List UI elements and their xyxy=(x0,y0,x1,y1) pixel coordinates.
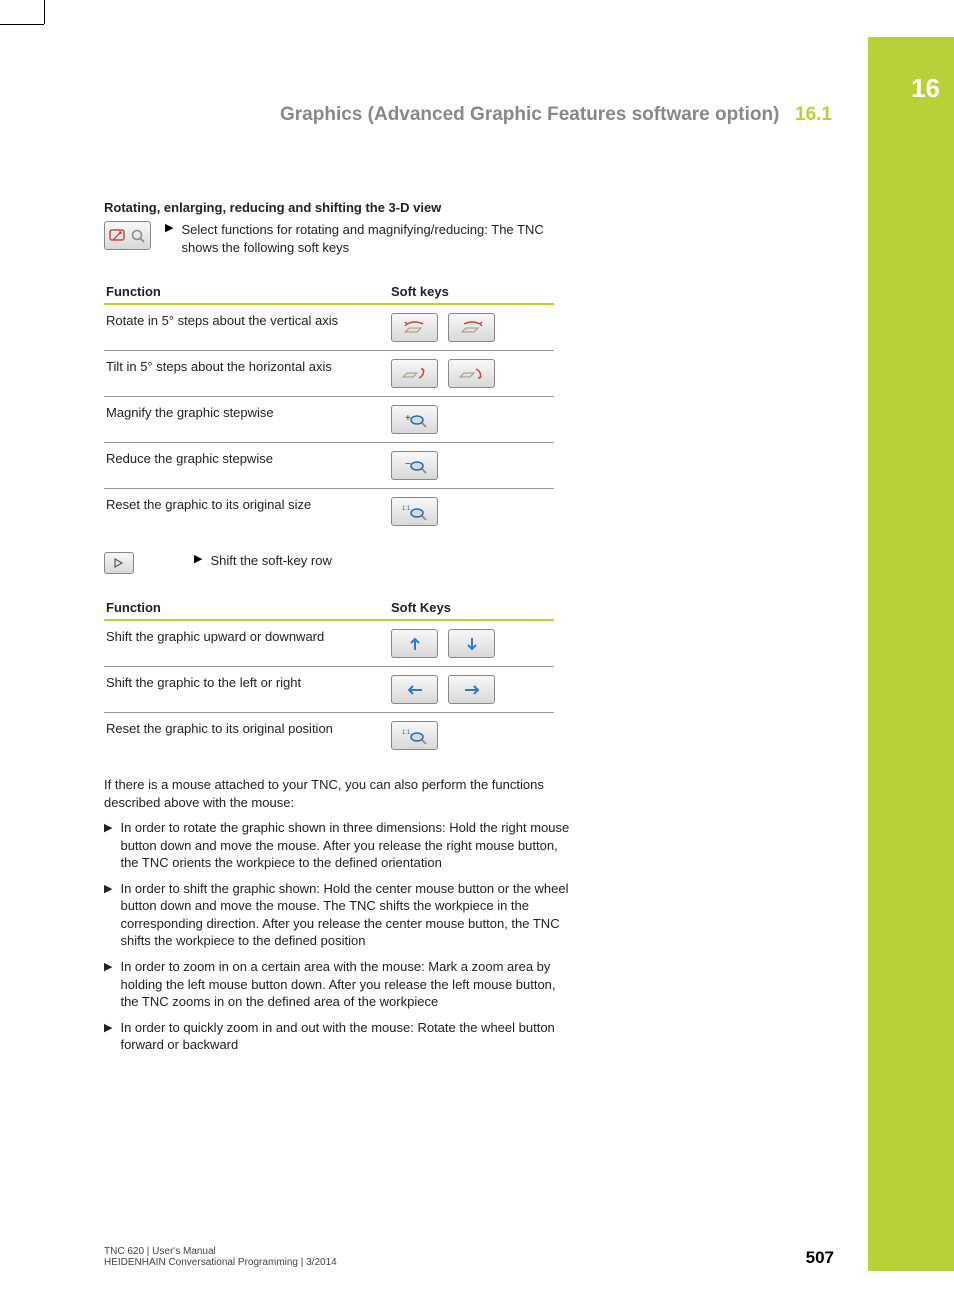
fn-cell: Reset the graphic to its original positi… xyxy=(104,713,389,759)
header-title: Graphics (Advanced Graphic Features soft… xyxy=(280,104,779,125)
fn-cell: Reduce the graphic stepwise xyxy=(104,443,389,489)
fn-cell: Shift the graphic upward or downward xyxy=(104,620,389,667)
function-table-1: Function Soft keys Rotate in 5° steps ab… xyxy=(104,280,554,534)
svg-text:1:1: 1:1 xyxy=(402,730,411,736)
magnify-plus-icon: + xyxy=(391,405,438,434)
page-number: 507 xyxy=(806,1248,834,1268)
side-tab: 16 xyxy=(868,37,954,1271)
list-item: ▶In order to rotate the graphic shown in… xyxy=(104,819,574,872)
mouse-list: ▶In order to rotate the graphic shown in… xyxy=(104,819,574,1054)
mouse-intro-text: If there is a mouse attached to your TNC… xyxy=(104,776,574,811)
list-item: ▶In order to zoom in on a certain area w… xyxy=(104,958,574,1011)
shift-up-icon xyxy=(391,629,438,658)
svg-text:+: + xyxy=(405,413,411,424)
rotate-magnify-icon xyxy=(104,221,151,250)
chapter-number: 16 xyxy=(911,73,940,104)
table-row: Shift the graphic to the left or right xyxy=(104,667,554,713)
shift-left-icon xyxy=(391,675,438,704)
reset-size-icon: 1:1 xyxy=(391,497,438,526)
table1-head-function: Function xyxy=(104,280,389,304)
footer: TNC 620 | User's Manual HEIDENHAIN Conve… xyxy=(104,1246,834,1268)
magnify-minus-icon: − xyxy=(391,451,438,480)
fn-cell: Shift the graphic to the left or right xyxy=(104,667,389,713)
bullet-marker: ▶ xyxy=(194,552,202,570)
shift-bullet-text: Shift the soft-key row xyxy=(210,552,584,570)
page-header: Graphics (Advanced Graphic Features soft… xyxy=(100,104,832,126)
table-row: Reduce the graphic stepwise − xyxy=(104,443,554,489)
tilt-horizontal-a-icon xyxy=(391,359,438,388)
rotate-vertical-right-icon xyxy=(448,313,495,342)
table2-head-keys: Soft Keys xyxy=(389,596,554,620)
table-row: Tilt in 5° steps about the horizontal ax… xyxy=(104,351,554,397)
table-row: Reset the graphic to its original positi… xyxy=(104,713,554,759)
list-item: ▶In order to shift the graphic shown: Ho… xyxy=(104,880,574,950)
fn-cell: Rotate in 5° steps about the vertical ax… xyxy=(104,304,389,351)
fn-cell: Magnify the graphic stepwise xyxy=(104,397,389,443)
fn-cell: Reset the graphic to its original size xyxy=(104,489,389,535)
svg-text:−: − xyxy=(405,459,411,470)
svg-text:1:1: 1:1 xyxy=(402,506,411,512)
shift-right-icon xyxy=(448,675,495,704)
rotate-vertical-left-icon xyxy=(391,313,438,342)
footer-line2: HEIDENHAIN Conversational Programming | … xyxy=(104,1257,337,1268)
tilt-horizontal-b-icon xyxy=(448,359,495,388)
next-icon xyxy=(104,552,134,574)
table-row: Reset the graphic to its original size 1… xyxy=(104,489,554,535)
table-row: Magnify the graphic stepwise + xyxy=(104,397,554,443)
table1-head-keys: Soft keys xyxy=(389,280,554,304)
function-table-2: Function Soft Keys Shift the graphic upw… xyxy=(104,596,554,758)
intro-bullet-text: Select functions for rotating and magnif… xyxy=(181,221,584,256)
list-item: ▶In order to quickly zoom in and out wit… xyxy=(104,1019,574,1054)
shift-down-icon xyxy=(448,629,495,658)
table-row: Shift the graphic upward or downward xyxy=(104,620,554,667)
header-section: 16.1 xyxy=(795,104,832,125)
table-row: Rotate in 5° steps about the vertical ax… xyxy=(104,304,554,351)
bullet-marker: ▶ xyxy=(165,221,173,256)
sub-heading: Rotating, enlarging, reducing and shifti… xyxy=(104,200,584,215)
footer-line1: TNC 620 | User's Manual xyxy=(104,1246,337,1257)
fn-cell: Tilt in 5° steps about the horizontal ax… xyxy=(104,351,389,397)
table2-head-function: Function xyxy=(104,596,389,620)
reset-position-icon: 1:1 xyxy=(391,721,438,750)
